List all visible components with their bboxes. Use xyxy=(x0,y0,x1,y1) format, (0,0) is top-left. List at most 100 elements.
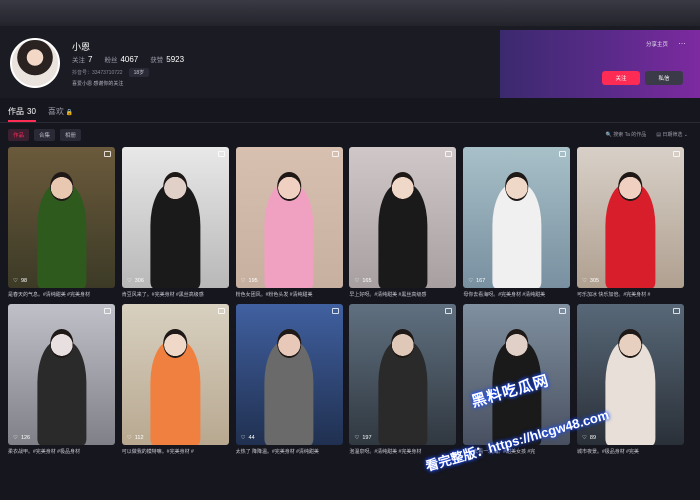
video-thumbnail[interactable]: ♡ 305 xyxy=(576,147,684,288)
like-count: ♡ 195 xyxy=(241,278,258,284)
heart-icon: ♡ xyxy=(468,278,474,284)
like-count-value: 167 xyxy=(476,278,486,284)
thumbnail-subject-head xyxy=(163,329,188,358)
profile-bio: 喜爱小恩 感谢你的关注 xyxy=(72,81,124,87)
video-caption[interactable]: 太热了 降降温。#完美身材 #清纯甜美 xyxy=(236,448,343,455)
profile-meta: 抖音号：33473710722 18岁 xyxy=(72,68,150,77)
heart-icon: ♡ xyxy=(354,278,360,284)
heart-icon: ♡ xyxy=(581,278,587,284)
like-count-value: 89 xyxy=(589,435,597,441)
multi-image-icon xyxy=(672,308,680,314)
message-button[interactable]: 私信 xyxy=(645,71,683,85)
share-profile-button[interactable]: 分享主页 xyxy=(646,40,668,48)
thumbnail-subject-head xyxy=(49,172,74,201)
tabs-divider xyxy=(0,122,700,123)
like-count: ♡ 167 xyxy=(468,278,485,284)
tab-works[interactable]: 作品 30 xyxy=(8,106,36,122)
thumbnail-subject-head xyxy=(504,172,529,201)
age-tag: 18岁 xyxy=(128,68,150,77)
video-caption[interactable]: 母你去看海呀。#完美身材 #清纯甜美 xyxy=(463,291,570,298)
video-thumbnail[interactable]: ♡ 112 xyxy=(121,304,229,445)
profile-id: 抖音号：33473710722 xyxy=(72,70,123,76)
thumbnail-subject-head xyxy=(618,329,643,358)
thumbnail-subject-head xyxy=(391,329,415,358)
profile-name: 小恩 xyxy=(72,42,91,52)
like-count: ♡ 98 xyxy=(13,278,27,284)
video-caption[interactable]: 早上好呀。#清纯甜美 #黑丝高级感 xyxy=(349,291,456,298)
subtab-collections[interactable]: 合集 xyxy=(34,129,56,141)
grid-tools: 🔍 搜索 Ta 的作品 ▤ 日期筛选 ⌄ xyxy=(606,131,688,138)
multi-image-icon xyxy=(331,151,339,157)
profile-banner xyxy=(500,30,700,98)
video-card[interactable]: ♡ 195 粉色女团风。#粉色头发 #清纯甜美 xyxy=(235,147,343,298)
multi-image-icon xyxy=(445,151,453,157)
video-thumbnail[interactable]: ♡ 98 xyxy=(8,147,115,288)
multi-image-icon xyxy=(104,151,111,157)
like-count-value: 306 xyxy=(134,278,144,284)
subtab-albums[interactable]: 相册 xyxy=(60,129,82,141)
video-caption[interactable]: 可乐加冰 快乐加倍。#完美身材 # xyxy=(577,291,684,298)
video-card[interactable]: ♡ 112 可以做我的模特嘛。#完美身材 # xyxy=(121,304,229,455)
like-count-value: 44 xyxy=(248,435,255,441)
search-works-input[interactable]: 🔍 搜索 Ta 的作品 xyxy=(606,131,647,138)
video-caption[interactable]: 城市夜景。#极品身材 #完美 xyxy=(577,448,684,455)
profile-stats: 关注 7 粉丝 4067 获赞 5923 xyxy=(72,54,184,64)
like-count: ♡ 306 xyxy=(127,278,144,284)
thumbnail-subject-head xyxy=(49,329,74,358)
tab-likes[interactable]: 喜欢 🔒 xyxy=(48,106,73,122)
follow-button[interactable]: 关注 xyxy=(602,71,640,85)
thumbnail-subject-head xyxy=(277,172,301,201)
like-count: ♡ 165 xyxy=(354,278,371,284)
video-card[interactable]: ♡ 165 早上好呀。#清纯甜美 #黑丝高级感 xyxy=(349,147,457,298)
stat-following[interactable]: 关注 7 xyxy=(72,54,92,64)
video-thumbnail[interactable]: ♡ 126 xyxy=(8,304,115,445)
video-card[interactable]: ♡ 167 母你去看海呀。#完美身材 #清纯甜美 xyxy=(463,147,571,298)
multi-image-icon xyxy=(445,308,453,314)
lock-icon: 🔒 xyxy=(65,110,74,116)
video-caption[interactable]: 可以做我的模特嘛。#完美身材 # xyxy=(122,448,229,455)
thumbnail-subject-head xyxy=(277,329,301,358)
heart-icon: ♡ xyxy=(240,435,246,441)
like-count: ♡ 89 xyxy=(582,435,596,441)
video-card[interactable]: ♡ 126 柔衣战甲。#完美身材 #极品身材 xyxy=(8,304,115,455)
like-count: ♡ 197 xyxy=(354,435,371,441)
video-caption[interactable]: 是春天的气息。#清纯甜美 #完美身材 xyxy=(8,291,115,298)
video-card[interactable]: ♡ 44 太热了 降降温。#完美身材 #清纯甜美 xyxy=(235,304,343,455)
thumbnail-subject-head xyxy=(504,329,529,358)
video-card[interactable]: ♡ 98 是春天的气息。#清纯甜美 #完美身材 xyxy=(8,147,115,298)
video-thumbnail[interactable]: ♡ 195 xyxy=(235,147,343,288)
more-options-icon[interactable]: … xyxy=(678,37,686,46)
heart-icon: ♡ xyxy=(581,435,587,441)
content-tabs: 作品 30 喜欢 🔒 xyxy=(8,106,73,122)
video-thumbnail[interactable]: ♡ 165 xyxy=(349,147,457,288)
video-card[interactable]: ♡ 306 肯豆风来了。#完美身材 #黑丝高级感 xyxy=(121,147,229,298)
like-count-value: 197 xyxy=(362,435,372,441)
video-card[interactable]: ♡ 305 可乐加冰 快乐加倍。#完美身材 # xyxy=(576,147,684,298)
heart-icon: ♡ xyxy=(240,278,246,284)
stat-followers[interactable]: 粉丝 4067 xyxy=(104,54,138,64)
like-count-value: 126 xyxy=(20,435,31,441)
heart-icon: ♡ xyxy=(126,435,132,441)
like-count-value: 305 xyxy=(589,278,600,284)
like-count-value: 165 xyxy=(362,278,372,284)
video-thumbnail[interactable]: ♡ 306 xyxy=(121,147,229,288)
video-card[interactable]: ♡ 197 泡温泉呀。#清纯甜美 #完美身材 xyxy=(349,304,457,455)
heart-icon: ♡ xyxy=(126,278,132,284)
avatar[interactable] xyxy=(10,38,60,88)
subtab-works[interactable]: 作品 xyxy=(8,129,30,141)
stat-likes: 获赞 5923 xyxy=(150,55,185,64)
video-card[interactable]: ♡ 89 城市夜景。#极品身材 #完美 xyxy=(576,304,684,455)
video-caption[interactable]: 肯豆风来了。#完美身材 #黑丝高级感 xyxy=(122,291,229,298)
multi-image-icon xyxy=(559,308,567,314)
video-caption[interactable]: 柔衣战甲。#完美身材 #极品身材 xyxy=(8,448,115,455)
like-count-value: 98 xyxy=(20,278,28,284)
multi-image-icon xyxy=(217,151,225,157)
video-thumbnail[interactable]: ♡ 197 xyxy=(349,304,457,445)
video-thumbnail[interactable]: ♡ 167 xyxy=(463,147,571,288)
heart-icon: ♡ xyxy=(13,278,18,284)
video-caption[interactable]: 粉色女团风。#粉色头发 #清纯甜美 xyxy=(236,291,343,298)
like-count: ♡ 44 xyxy=(241,435,255,441)
thumbnail-subject-head xyxy=(618,172,643,201)
date-filter-dropdown[interactable]: ▤ 日期筛选 ⌄ xyxy=(656,131,688,138)
video-thumbnail[interactable]: ♡ 44 xyxy=(235,304,343,445)
